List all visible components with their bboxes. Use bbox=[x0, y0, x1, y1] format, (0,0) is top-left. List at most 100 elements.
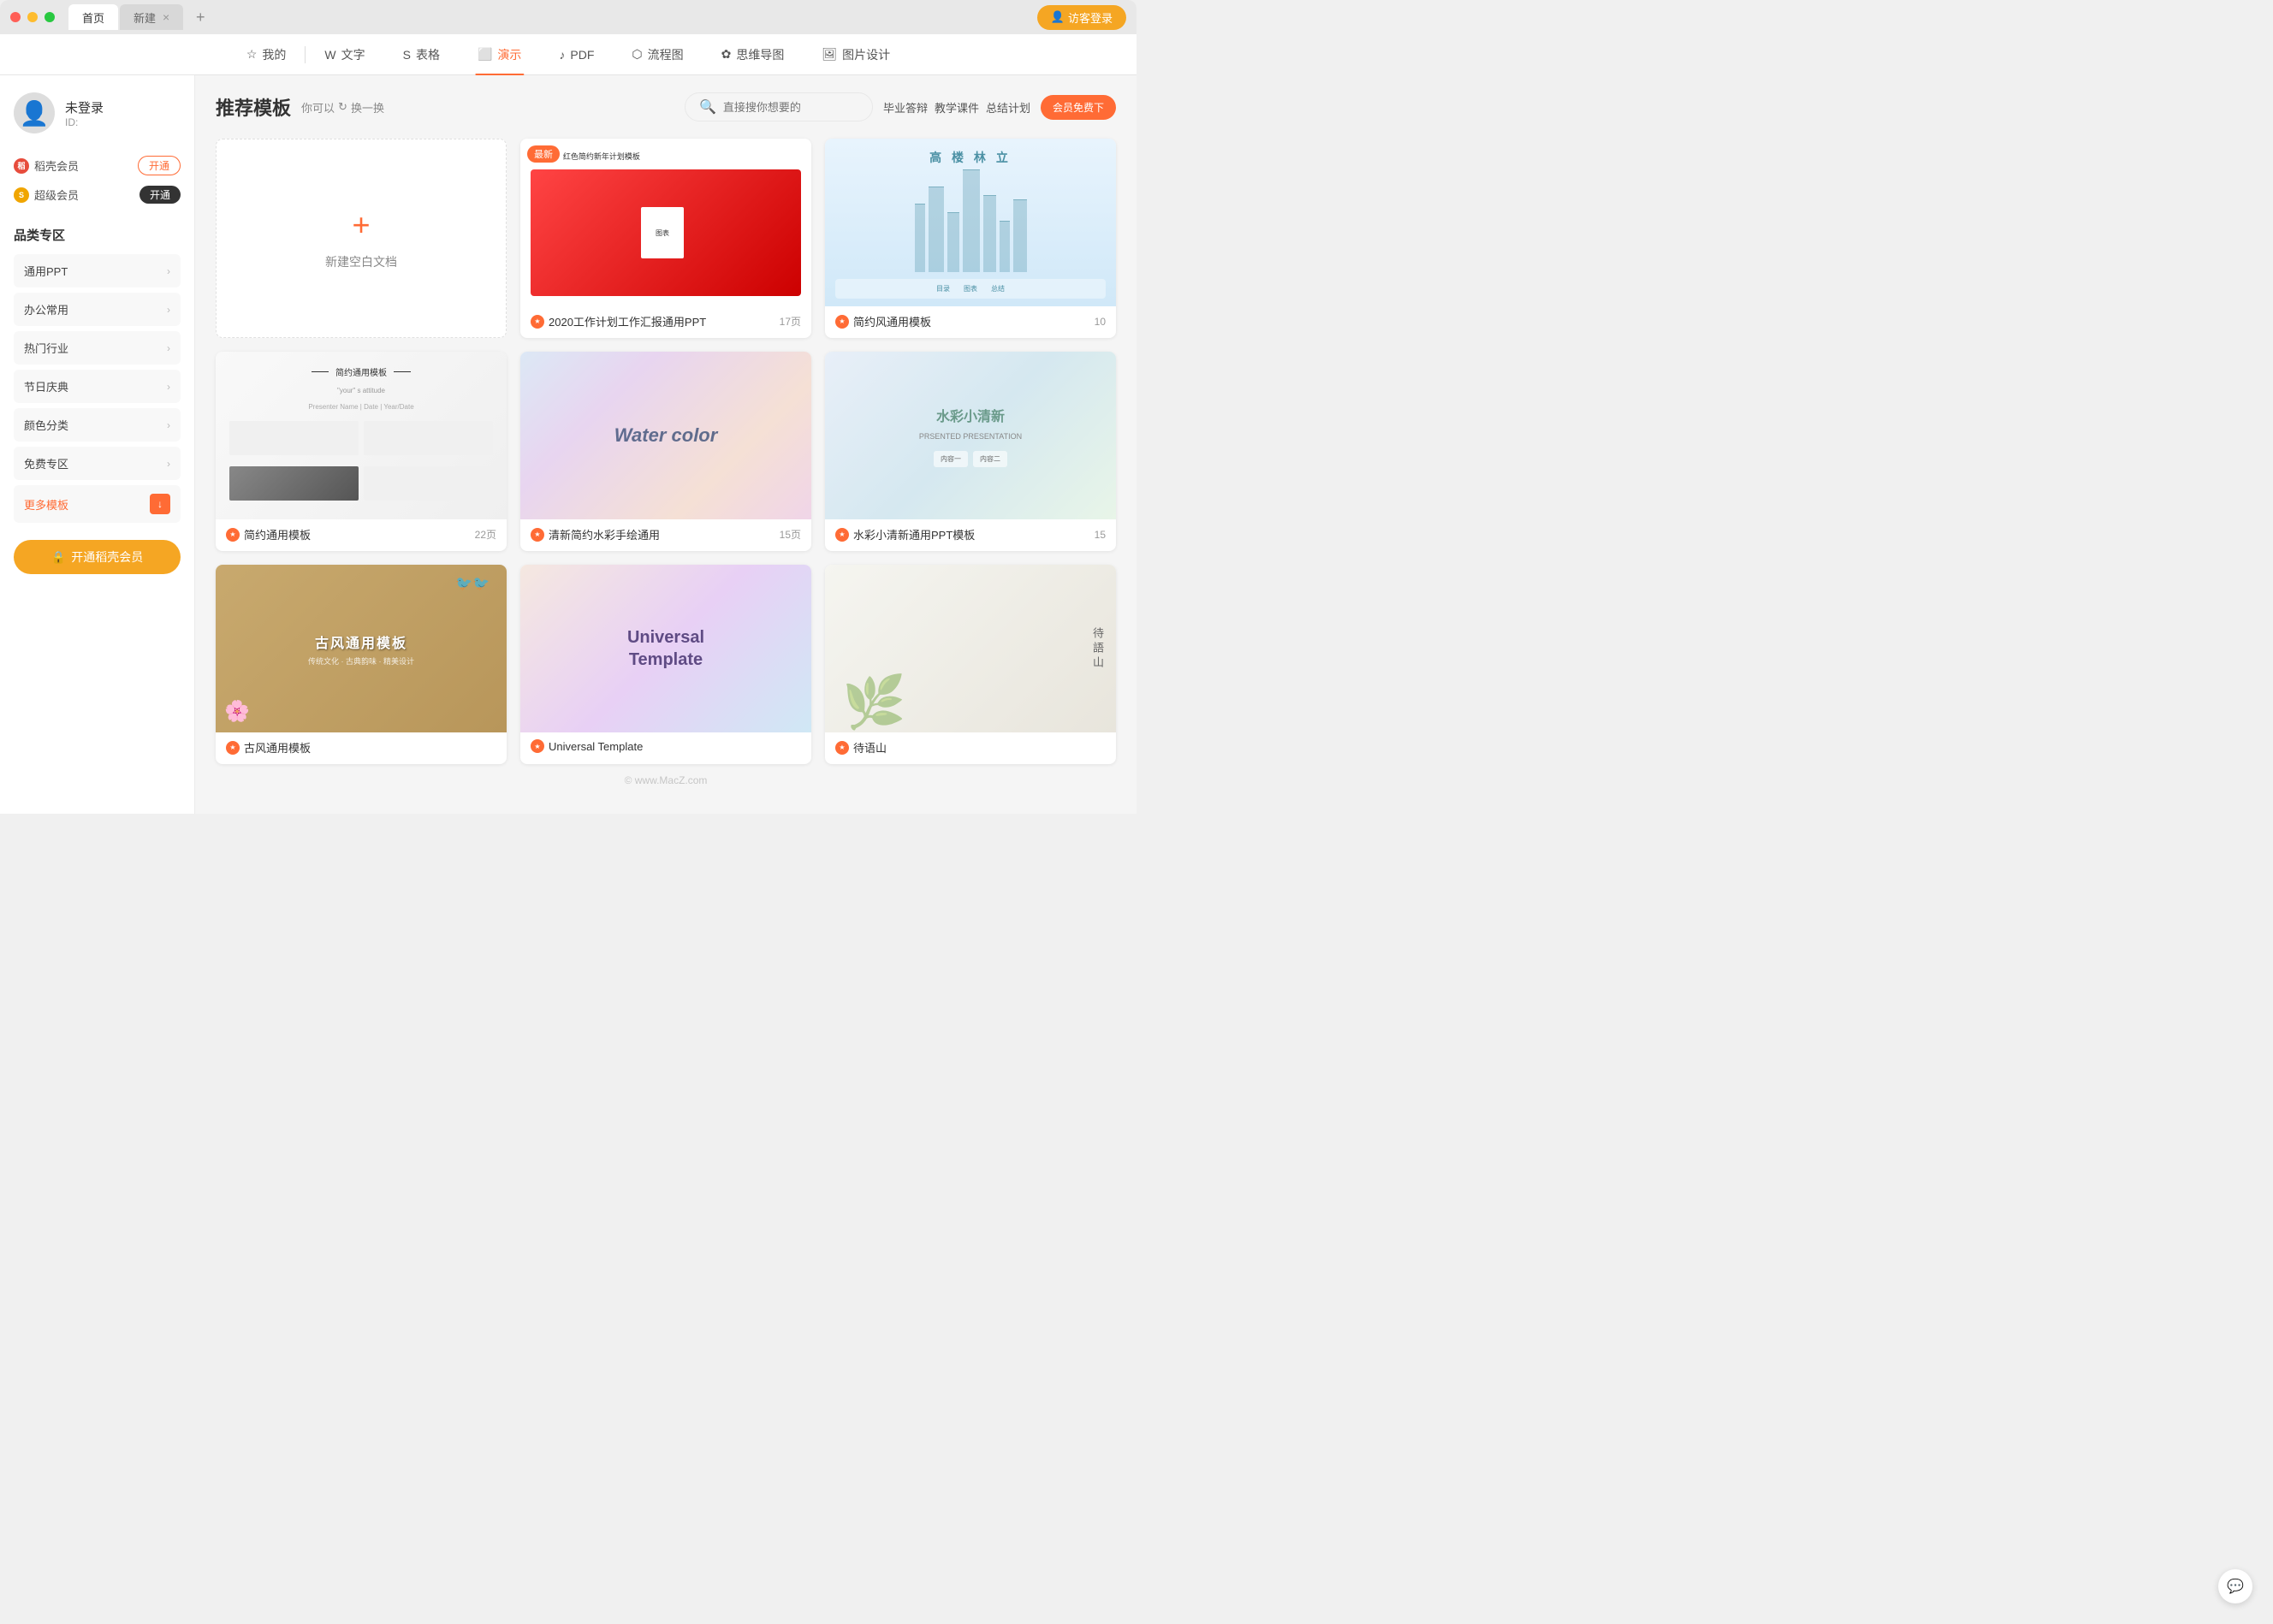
pdf-icon: ♪ bbox=[559, 48, 565, 62]
user-icon: 👤 bbox=[1051, 10, 1065, 24]
tab-new-label: 新建 bbox=[134, 9, 156, 26]
navbar: ☆ 我的 W 文字 S 表格 ⬜ 演示 ♪ PDF ⬡ 流程图 ✿ 思维导图 🖼… bbox=[0, 34, 1136, 75]
tab-close-icon[interactable]: × bbox=[163, 10, 169, 24]
category-label-holiday: 节日庆典 bbox=[24, 378, 68, 394]
tab-home[interactable]: 首页 bbox=[68, 4, 118, 30]
category-item-more[interactable]: 更多模板 ↓ bbox=[14, 485, 181, 523]
rice-open-button[interactable]: 开通 bbox=[138, 156, 181, 175]
building2 bbox=[929, 187, 944, 272]
close-button[interactable] bbox=[10, 12, 21, 22]
template-name-universal: ★ Universal Template bbox=[531, 739, 801, 753]
maximize-button[interactable] bbox=[45, 12, 55, 22]
category-label-general-ppt: 通用PPT bbox=[24, 263, 68, 279]
shield-icon: 🔒 bbox=[51, 550, 66, 565]
crown-icon: ★ bbox=[226, 741, 240, 755]
template-card-simple-general[interactable]: 高 楼 林 立 目录 bbox=[825, 139, 1116, 338]
new-blank-doc-card[interactable]: + 新建空白文档 bbox=[216, 139, 507, 338]
watercolor2-subtitle: PRSENTED PRESENTATION bbox=[835, 432, 1106, 441]
category-label-free: 免费专区 bbox=[24, 455, 68, 471]
category-item-office[interactable]: 办公常用 › bbox=[14, 293, 181, 326]
header-right: 🔍 毕业答辩 教学课件 总结计划 会员免费下 bbox=[685, 92, 1116, 122]
skyline-stat1: 目录 bbox=[936, 284, 950, 293]
ancient-title: 古风通用模板 bbox=[315, 631, 407, 652]
refresh-hint-prefix: 你可以 bbox=[301, 99, 335, 116]
chevron-right-icon: › bbox=[167, 381, 170, 393]
nav-item-table[interactable]: S 表格 bbox=[384, 34, 459, 75]
category-section-title: 品类专区 bbox=[14, 226, 181, 244]
nav-item-pdf[interactable]: ♪ PDF bbox=[540, 34, 613, 75]
simple-block2 bbox=[364, 421, 493, 455]
template-thumb-simple-common: 简约通用模板 "your" s attitude Presenter Name … bbox=[216, 352, 507, 519]
page-title: 推荐模板 bbox=[216, 93, 291, 121]
activate-membership-button[interactable]: 🔒 开通稻壳会员 bbox=[14, 540, 181, 574]
category-item-general-ppt[interactable]: 通用PPT › bbox=[14, 254, 181, 287]
template-name-watercolor-hand: ★ 清新简约水彩手绘通用 bbox=[531, 526, 780, 542]
crown-icon: ★ bbox=[835, 741, 849, 755]
wps-logo-row: WPS 红色简约新年计划模板 bbox=[531, 149, 801, 163]
category-label-industry: 热门行业 bbox=[24, 340, 68, 356]
nav-item-mindmap[interactable]: ✿ 思维导图 bbox=[703, 34, 804, 75]
template-thumb-watercolor-fresh: 水彩小清新 PRSENTED PRESENTATION 内容一 内容二 bbox=[825, 352, 1116, 519]
search-input[interactable] bbox=[723, 101, 852, 114]
refresh-hint[interactable]: 你可以 ↻ 换一换 bbox=[301, 99, 384, 116]
tab-add-button[interactable]: + bbox=[188, 5, 212, 29]
member-label-rice: 稻 稻壳会员 bbox=[14, 157, 79, 174]
template-card-ancient[interactable]: 🐦🐦 🌸 古风通用模板 传统文化 · 古典韵味 · 精美设计 ★ 古风通用模板 bbox=[216, 565, 507, 764]
category-item-holiday[interactable]: 节日庆典 › bbox=[14, 370, 181, 403]
mindmap-icon: ✿ bbox=[721, 47, 732, 62]
template-grid: + 新建空白文档 WPS 红色简约新年计划模板 图表 bbox=[216, 139, 1116, 764]
category-label-office: 办公常用 bbox=[24, 301, 68, 317]
nav-item-mine[interactable]: ☆ 我的 bbox=[228, 34, 306, 75]
nav-presentation-label: 演示 bbox=[497, 46, 521, 63]
skyline-inner: 高 楼 林 立 目录 bbox=[825, 139, 1116, 306]
super-member-icon: S bbox=[14, 187, 29, 203]
ancient-birds: 🐦🐦 bbox=[455, 575, 490, 592]
quick-tag-teaching[interactable]: 教学课件 bbox=[935, 99, 979, 116]
simple-title-text: 简约通用模板 bbox=[335, 365, 387, 378]
template-card-simple-common[interactable]: 简约通用模板 "your" s attitude Presenter Name … bbox=[216, 352, 507, 551]
sidebar: 👤 未登录 ID: 稻 稻壳会员 开通 S 超级会员 开通 bbox=[0, 75, 195, 814]
minimize-button[interactable] bbox=[27, 12, 38, 22]
skyline-info: 目录 图表 总结 bbox=[835, 279, 1106, 299]
guest-login-button[interactable]: 👤 访客登录 bbox=[1037, 5, 1126, 30]
simple-subtitle: "your" s attitude bbox=[229, 387, 493, 394]
quick-tag-summary[interactable]: 总结计划 bbox=[986, 99, 1030, 116]
quick-tags: 毕业答辩 教学课件 总结计划 bbox=[883, 99, 1030, 116]
activate-btn-label: 开通稻壳会员 bbox=[71, 548, 143, 566]
titlebar: 首页 新建 × + 👤 访客登录 bbox=[0, 0, 1136, 34]
member-row-super: S 超级会员 开通 bbox=[14, 181, 181, 209]
crown-icon: ★ bbox=[531, 315, 544, 329]
nav-item-flowchart[interactable]: ⬡ 流程图 bbox=[613, 34, 702, 75]
chat-icon: 💬 bbox=[2227, 1578, 2244, 1595]
download-icon: ↓ bbox=[150, 494, 170, 514]
chinese-tree-icon: 🌿 bbox=[842, 672, 906, 732]
category-item-free[interactable]: 免费专区 › bbox=[14, 447, 181, 480]
vip-free-download-button[interactable]: 会员免费下 bbox=[1041, 95, 1116, 120]
search-bar[interactable]: 🔍 bbox=[685, 92, 873, 122]
template-card-universal[interactable]: UniversalTemplate ★ Universal Template bbox=[520, 565, 811, 764]
template-thumb-watercolor-hand: Water color bbox=[520, 352, 811, 519]
quick-tag-graduation[interactable]: 毕业答辩 bbox=[883, 99, 928, 116]
chat-bubble-button[interactable]: 💬 bbox=[2218, 1569, 2252, 1603]
category-item-industry[interactable]: 热门行业 › bbox=[14, 331, 181, 365]
template-card-wps-plan[interactable]: WPS 红色简约新年计划模板 图表 bbox=[520, 139, 811, 338]
chevron-right-icon: › bbox=[167, 419, 170, 431]
wps-content-block: 图表 bbox=[641, 207, 684, 258]
category-item-color[interactable]: 颜色分类 › bbox=[14, 408, 181, 442]
template-info-watercolor-hand: ★ 清新简约水彩手绘通用 15页 bbox=[520, 519, 811, 551]
template-card-chinese[interactable]: 🌿 待語山 ★ 待语山 bbox=[825, 565, 1116, 764]
simple-content-grid bbox=[229, 421, 493, 506]
template-pages-simple-common: 22页 bbox=[475, 527, 496, 542]
template-info-watercolor-fresh: ★ 水彩小清新通用PPT模板 15 bbox=[825, 519, 1116, 551]
template-info-wps-plan: ★ 2020工作计划工作汇报通用PPT 17页 bbox=[520, 306, 811, 338]
wps-image-area: 图表 bbox=[531, 169, 801, 296]
tab-new[interactable]: 新建 × bbox=[120, 4, 183, 30]
nav-item-text[interactable]: W 文字 bbox=[306, 34, 383, 75]
super-open-button[interactable]: 开通 bbox=[139, 186, 181, 204]
template-card-watercolor-fresh[interactable]: 水彩小清新 PRSENTED PRESENTATION 内容一 内容二 ★ 水彩… bbox=[825, 352, 1116, 551]
nav-item-design[interactable]: 🖼 图片设计 bbox=[803, 34, 909, 75]
template-thumb-wps-plan: WPS 红色简约新年计划模板 图表 bbox=[520, 139, 811, 306]
nav-item-presentation[interactable]: ⬜ 演示 bbox=[459, 34, 540, 75]
template-card-watercolor-hand[interactable]: Water color ★ 清新简约水彩手绘通用 15页 bbox=[520, 352, 811, 551]
tab-home-label: 首页 bbox=[82, 9, 104, 26]
